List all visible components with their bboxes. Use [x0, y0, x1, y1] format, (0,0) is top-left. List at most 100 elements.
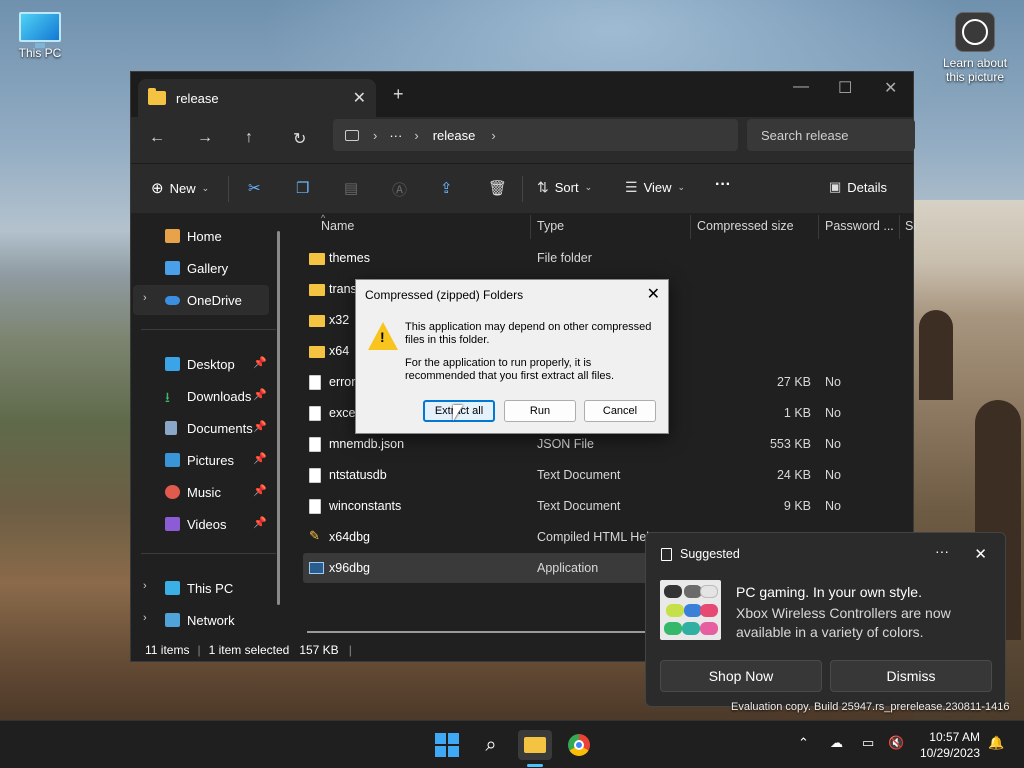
sort-icon: ⇅ [537, 179, 549, 195]
sidebar-item-onedrive[interactable]: › OneDrive [133, 285, 269, 315]
start-button[interactable] [432, 730, 462, 760]
folder-icon [309, 253, 325, 265]
download-icon: ⭳ [165, 389, 170, 405]
delete-icon[interactable]: 🗑 [488, 179, 507, 197]
run-button[interactable]: Run [504, 400, 576, 422]
close-tab-icon[interactable]: ✕ [353, 88, 366, 108]
maximize-icon[interactable]: ☐ [838, 78, 852, 98]
table-row[interactable]: ntstatusdb Text Document 24 KB No [303, 460, 915, 490]
sidebar-item-network[interactable]: › Network [133, 605, 269, 635]
column-divider[interactable] [690, 215, 691, 239]
view-label: View [643, 180, 672, 195]
close-icon[interactable]: ✕ [647, 284, 660, 304]
chevron-up-icon[interactable]: ⌃ [798, 735, 809, 751]
back-arrow-icon[interactable]: ← [149, 129, 165, 147]
pc-icon [165, 581, 180, 595]
more-options-button[interactable]: ··· [715, 176, 731, 194]
warning-icon: ! [368, 322, 398, 350]
desktop-icon-label: This PC [18, 46, 62, 60]
refresh-icon[interactable]: ↻ [293, 129, 306, 149]
sidebar-item-videos[interactable]: Videos 📌 [133, 509, 269, 539]
file-explorer-taskbar-button[interactable] [518, 730, 552, 760]
new-button[interactable]: ⊕ New ⌄ [151, 179, 209, 197]
sidebar-item-gallery[interactable]: Gallery [133, 253, 269, 283]
status-divider: | [348, 643, 352, 657]
up-arrow-icon[interactable]: ↑ [245, 129, 253, 147]
navigation-pane: Home Gallery › OneDrive Desktop 📌 ⭳ Down… [131, 213, 289, 637]
horizontal-scrollbar[interactable] [307, 631, 667, 633]
tab-release[interactable]: release ✕ [138, 79, 376, 117]
minimize-icon[interactable]: — [793, 78, 809, 96]
sidebar-item-label: Gallery [187, 260, 229, 276]
divider [522, 176, 523, 202]
notification-bell-icon[interactable]: 🔔 [988, 735, 1004, 751]
desktop-icon-learn-about-picture[interactable]: Learn about this picture [938, 12, 1012, 84]
paste-icon[interactable]: ▤ [344, 179, 358, 197]
cut-icon[interactable]: ✂ [248, 179, 261, 197]
sidebar-item-this-pc[interactable]: › This PC [133, 573, 269, 603]
chevron-right-icon[interactable]: › [143, 612, 147, 624]
cancel-button[interactable]: Cancel [584, 400, 656, 422]
file-name: x64 [329, 344, 350, 358]
sidebar-item-documents[interactable]: Documents 📌 [133, 413, 269, 443]
breadcrumb-ellipsis[interactable]: ··· [389, 128, 402, 143]
column-header-size[interactable]: Si [905, 219, 916, 233]
shop-now-button[interactable]: Shop Now [660, 660, 822, 692]
help-file-icon: ✎ [309, 528, 320, 543]
navigation-bar: ← → ↑ ↻ › ··· › release › Search release [131, 117, 915, 163]
rename-icon[interactable]: Ⓐ [392, 179, 407, 200]
sidebar-item-desktop[interactable]: Desktop 📌 [133, 349, 269, 379]
nav-scrollbar[interactable] [277, 231, 280, 605]
sidebar-item-pictures[interactable]: Pictures 📌 [133, 445, 269, 475]
column-header-password[interactable]: Password ... [825, 219, 894, 233]
cloud-sync-icon[interactable]: ☁ [830, 735, 843, 751]
desktop-icon-this-pc[interactable]: This PC [12, 12, 68, 60]
clock-date: 10/29/2023 [919, 746, 980, 760]
column-header-type[interactable]: Type [537, 219, 564, 233]
chrome-taskbar-button[interactable] [564, 730, 594, 760]
volume-muted-icon[interactable]: 🔇 [888, 735, 904, 751]
pin-icon: 📌 [253, 453, 267, 465]
file-password: No [825, 468, 841, 482]
search-placeholder: Search release [761, 127, 849, 143]
column-divider[interactable] [530, 215, 531, 239]
column-divider[interactable] [899, 215, 900, 239]
chevron-right-icon[interactable]: › [143, 292, 147, 304]
address-bar[interactable]: › ··· › release › [333, 119, 738, 151]
copy-icon[interactable]: ❐ [296, 179, 309, 197]
column-header-name[interactable]: Name [321, 219, 354, 233]
breadcrumb-current[interactable]: release [433, 128, 476, 143]
sidebar-item-music[interactable]: Music 📌 [133, 477, 269, 507]
search-input[interactable]: Search release [747, 119, 915, 151]
document-icon [309, 437, 321, 452]
more-options-icon[interactable]: ··· [935, 543, 949, 559]
search-icon[interactable]: ⌕ [476, 730, 506, 760]
notification-body: Xbox Wireless Controllers are now availa… [736, 605, 951, 640]
file-password: No [825, 499, 841, 513]
sidebar-item-label: Downloads [187, 388, 252, 404]
details-button[interactable]: ▣ Details [829, 179, 887, 195]
new-tab-button[interactable]: + [393, 84, 404, 105]
dismiss-button[interactable]: Dismiss [830, 660, 992, 692]
forward-arrow-icon[interactable]: → [197, 129, 213, 147]
pin-icon: 📌 [253, 357, 267, 369]
sidebar-item-home[interactable]: Home [133, 221, 269, 251]
view-button[interactable]: ☰ View ⌄ [625, 179, 685, 196]
sidebar-item-downloads[interactable]: ⭳ Downloads 📌 [133, 381, 269, 411]
column-header-compressed-size[interactable]: Compressed size [697, 219, 794, 233]
table-row[interactable]: winconstants Text Document 9 KB No [303, 491, 915, 521]
sort-button[interactable]: ⇅ Sort ⌄ [537, 179, 592, 196]
chevron-right-icon[interactable]: › [143, 580, 147, 592]
column-divider[interactable] [818, 215, 819, 239]
clock-time: 10:57 AM [929, 730, 980, 744]
share-icon[interactable]: ⇪ [440, 179, 453, 197]
table-row[interactable]: themes File folder [303, 243, 915, 273]
sidebar-item-label: OneDrive [187, 292, 242, 308]
folder-icon [309, 284, 325, 296]
chevron-right-icon: › [414, 127, 419, 143]
clock[interactable]: 10:57 AM 10/29/2023 [920, 729, 980, 761]
display-icon[interactable]: ▭ [862, 735, 874, 751]
close-window-icon[interactable]: ✕ [884, 78, 897, 98]
file-name: error [329, 375, 356, 389]
close-icon[interactable]: ✕ [974, 545, 987, 563]
